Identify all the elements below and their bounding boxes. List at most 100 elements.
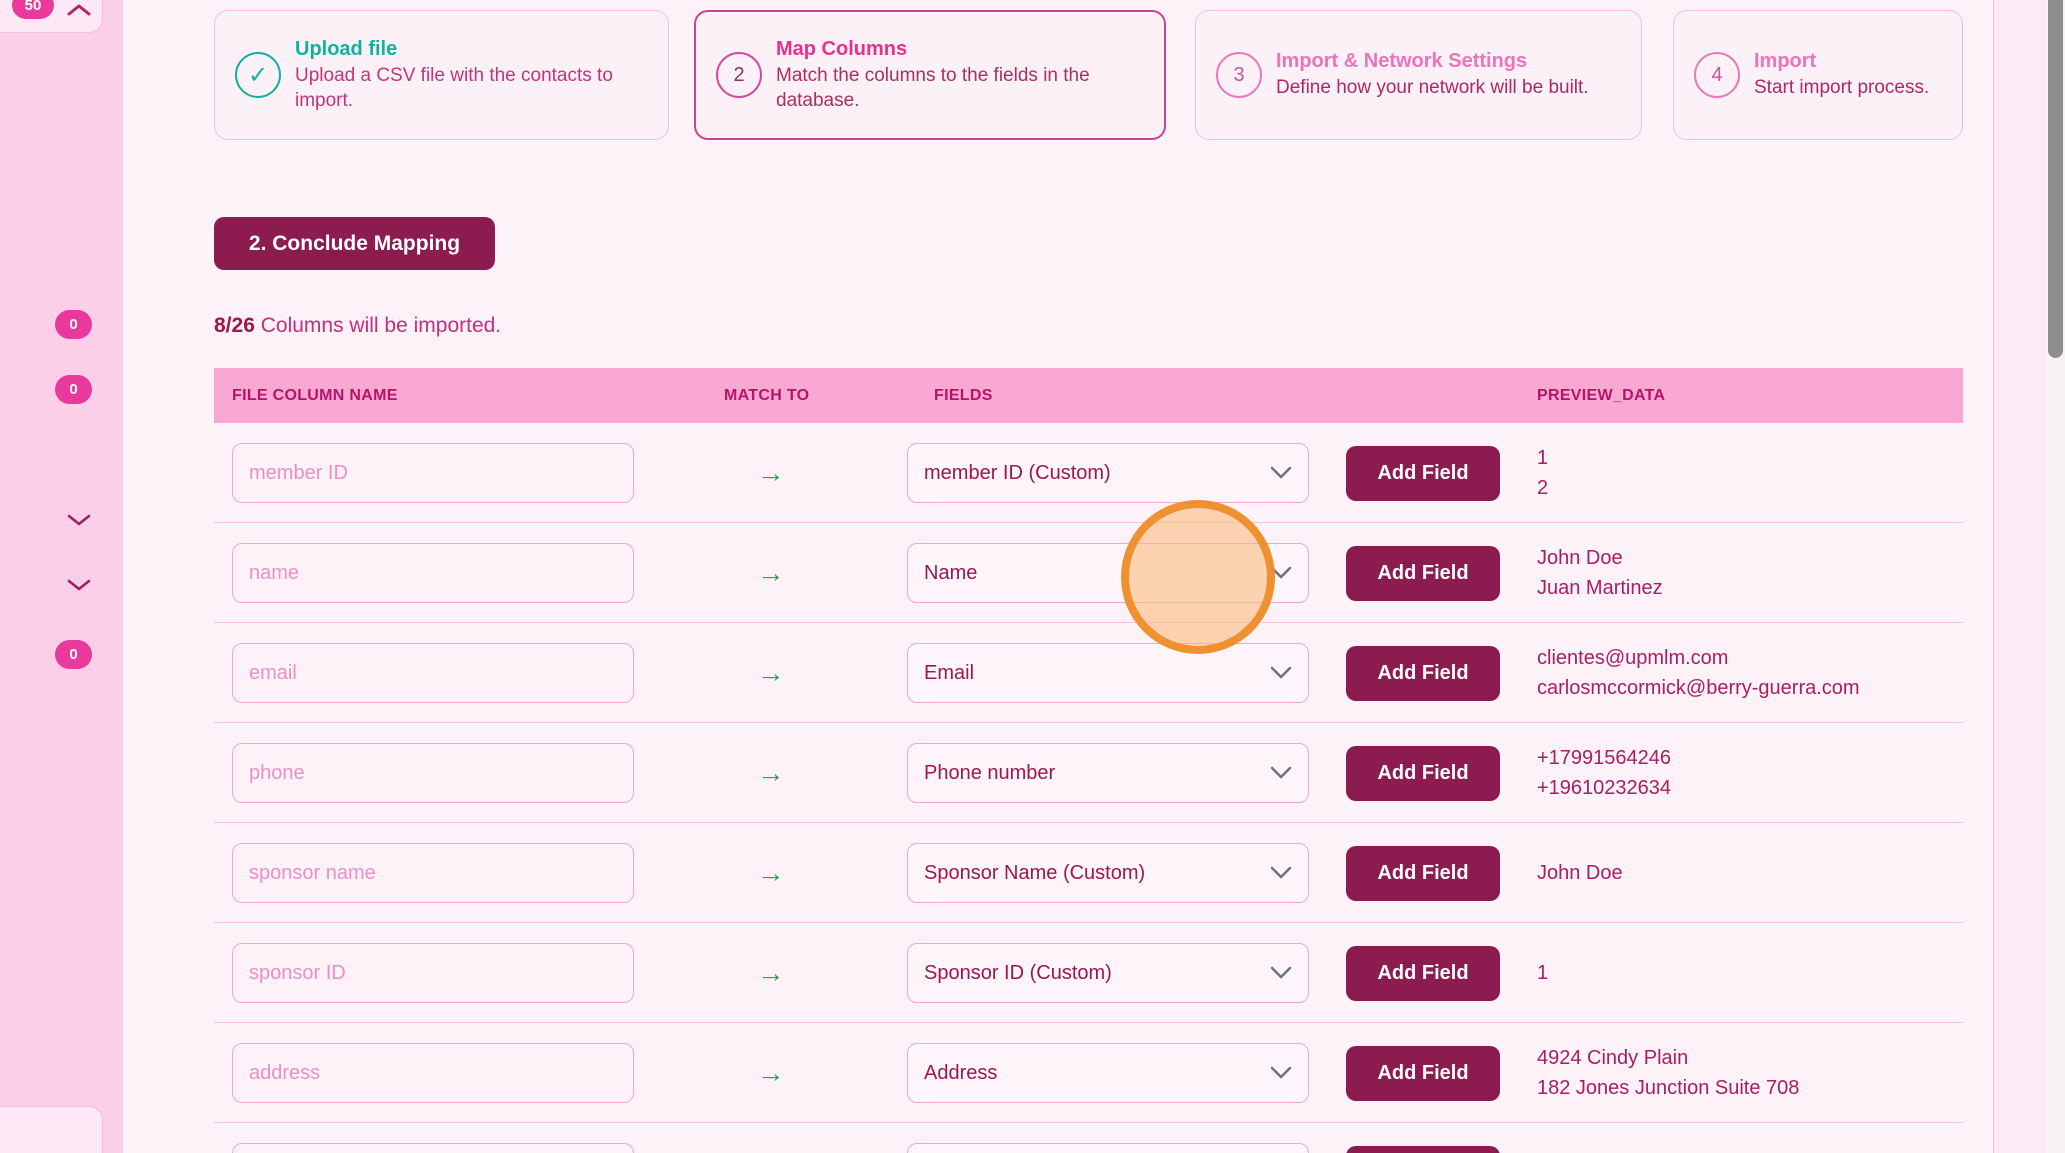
table-row: → Sponsor ID (Custom) Add Field 1 xyxy=(214,923,1963,1023)
sidebar-top-panel: 50 xyxy=(0,0,103,33)
preview-data: John Doe xyxy=(1537,823,1623,923)
step-title: Import xyxy=(1754,50,1929,73)
chevron-down-icon xyxy=(1270,966,1292,980)
field-select-value: Phone number xyxy=(924,762,1270,785)
step-description: Start import process. xyxy=(1754,75,1929,100)
preview-data: clientes@upmlm.comcarlosmccormick@berry-… xyxy=(1537,623,1860,723)
field-select[interactable]: Name xyxy=(907,543,1309,603)
arrow-right-icon: → xyxy=(741,1123,801,1153)
file-column-input[interactable] xyxy=(232,443,634,503)
step-number-circle: ✓ xyxy=(235,52,281,98)
chevron-down-icon[interactable] xyxy=(66,512,92,533)
right-gutter xyxy=(1994,0,2046,1153)
arrow-right-icon: → xyxy=(741,823,801,923)
preview-data: +17991564246+19610232634 xyxy=(1537,723,1671,823)
chevron-up-icon[interactable] xyxy=(66,2,92,23)
step-number-circle: 2 xyxy=(716,52,762,98)
file-column-input[interactable] xyxy=(232,1143,634,1153)
conclude-mapping-button[interactable]: 2. Conclude Mapping xyxy=(214,217,495,270)
field-select[interactable]: Sponsor Name (Custom) xyxy=(907,843,1309,903)
file-column-input[interactable] xyxy=(232,643,634,703)
field-select[interactable]: Phone number xyxy=(907,743,1309,803)
import-count: 8/26 xyxy=(214,314,255,337)
arrow-right-icon: → xyxy=(741,423,801,523)
field-select[interactable]: Email xyxy=(907,643,1309,703)
preview-data: 4924 Cindy Plain182 Jones Junction Suite… xyxy=(1537,1023,1799,1123)
chevron-down-icon xyxy=(1270,766,1292,780)
step-description: Upload a CSV file with the contacts to i… xyxy=(295,63,658,113)
chevron-down-icon xyxy=(1270,666,1292,680)
file-column-input[interactable] xyxy=(232,1043,634,1103)
add-field-button[interactable]: Add Field xyxy=(1346,546,1500,601)
step-description: Define how your network will be built. xyxy=(1276,75,1589,100)
step-number-circle: 4 xyxy=(1694,52,1740,98)
header-file-column-name: FILE COLUMN NAME xyxy=(232,368,398,423)
table-row: → Address Add Field 4924 Cindy Plain182 … xyxy=(214,1023,1963,1123)
add-field-button[interactable]: Add Field xyxy=(1346,646,1500,701)
add-field-button[interactable]: Add Field xyxy=(1346,946,1500,1001)
arrow-right-icon: → xyxy=(741,623,801,723)
arrow-right-icon: → xyxy=(741,1023,801,1123)
field-select[interactable]: Address xyxy=(907,1043,1309,1103)
add-field-button[interactable]: Add Field xyxy=(1346,1046,1500,1101)
arrow-right-icon: → xyxy=(741,523,801,623)
chevron-down-icon xyxy=(1270,466,1292,480)
preview-data: 12 xyxy=(1537,423,1548,523)
field-select-value: member ID (Custom) xyxy=(924,462,1270,485)
step-card-4[interactable]: 4 Import Start import process. xyxy=(1673,10,1963,140)
field-select[interactable]: Sponsor ID (Custom) xyxy=(907,943,1309,1003)
table-row: → Name Add Field John DoeJuan Martinez xyxy=(214,523,1963,623)
arrow-right-icon: → xyxy=(741,723,801,823)
add-field-button[interactable]: Add Field xyxy=(1346,446,1500,501)
table-row: → Email Add Field clientes@upmlm.comcarl… xyxy=(214,623,1963,723)
field-select[interactable] xyxy=(907,1143,1309,1153)
table-row: → Add Field xyxy=(214,1123,1963,1153)
file-column-input[interactable] xyxy=(232,543,634,603)
zero-badge: 0 xyxy=(55,310,92,339)
step-number-circle: 3 xyxy=(1216,52,1262,98)
add-field-button[interactable]: Add Field xyxy=(1346,846,1500,901)
field-select-value: Address xyxy=(924,1062,1270,1085)
table-row: → Phone number Add Field +17991564246+19… xyxy=(214,723,1963,823)
arrow-right-icon: → xyxy=(741,923,801,1023)
field-select-value: Email xyxy=(924,662,1270,685)
add-field-button[interactable]: Add Field xyxy=(1346,1146,1500,1153)
step-title: Upload file xyxy=(295,38,658,61)
step-description: Match the columns to the fields in the d… xyxy=(776,63,1154,113)
field-select[interactable]: member ID (Custom) xyxy=(907,443,1309,503)
step-card-1[interactable]: ✓ Upload file Upload a CSV file with the… xyxy=(214,10,669,140)
field-select-value: Name xyxy=(924,562,1270,585)
content-divider xyxy=(1993,0,1994,1153)
preview-data: 1 xyxy=(1537,923,1548,1023)
import-summary-text: Columns will be imported. xyxy=(261,314,501,337)
add-field-button[interactable]: Add Field xyxy=(1346,746,1500,801)
mapping-table-header: FILE COLUMN NAME MATCH TO FIELDS PREVIEW… xyxy=(214,368,1963,423)
scrollbar-thumb[interactable] xyxy=(2048,0,2063,358)
import-summary: 8/26 Columns will be imported. xyxy=(214,314,501,338)
count-badge: 50 xyxy=(12,0,54,19)
file-column-input[interactable] xyxy=(232,943,634,1003)
step-card-2[interactable]: 2 Map Columns Match the columns to the f… xyxy=(694,10,1166,140)
header-match-to: MATCH TO xyxy=(724,368,809,423)
preview-data: John DoeJuan Martinez xyxy=(1537,523,1663,623)
sidebar-bottom-panel xyxy=(0,1106,103,1153)
mapping-table-body: → member ID (Custom) Add Field 12 → Name… xyxy=(214,423,1963,1153)
table-row: → member ID (Custom) Add Field 12 xyxy=(214,423,1963,523)
file-column-input[interactable] xyxy=(232,843,634,903)
header-preview-data: PREVIEW_DATA xyxy=(1537,368,1665,423)
chevron-down-icon xyxy=(1270,866,1292,880)
zero-badge: 0 xyxy=(55,375,92,404)
header-fields: FIELDS xyxy=(934,368,993,423)
step-card-3[interactable]: 3 Import & Network Settings Define how y… xyxy=(1195,10,1642,140)
chevron-down-icon xyxy=(1270,1066,1292,1080)
chevron-down-icon[interactable] xyxy=(66,577,92,598)
table-row: → Sponsor Name (Custom) Add Field John D… xyxy=(214,823,1963,923)
sidebar: 50 0 0 0 xyxy=(0,0,126,1153)
step-title: Map Columns xyxy=(776,38,1154,61)
import-wizard-screen: 50 0 0 0 ✓ Upload file Upload a CSV file… xyxy=(0,0,2065,1153)
zero-badge: 0 xyxy=(55,640,92,669)
file-column-input[interactable] xyxy=(232,743,634,803)
field-select-value: Sponsor Name (Custom) xyxy=(924,862,1270,885)
step-title: Import & Network Settings xyxy=(1276,50,1589,73)
field-select-value: Sponsor ID (Custom) xyxy=(924,962,1270,985)
